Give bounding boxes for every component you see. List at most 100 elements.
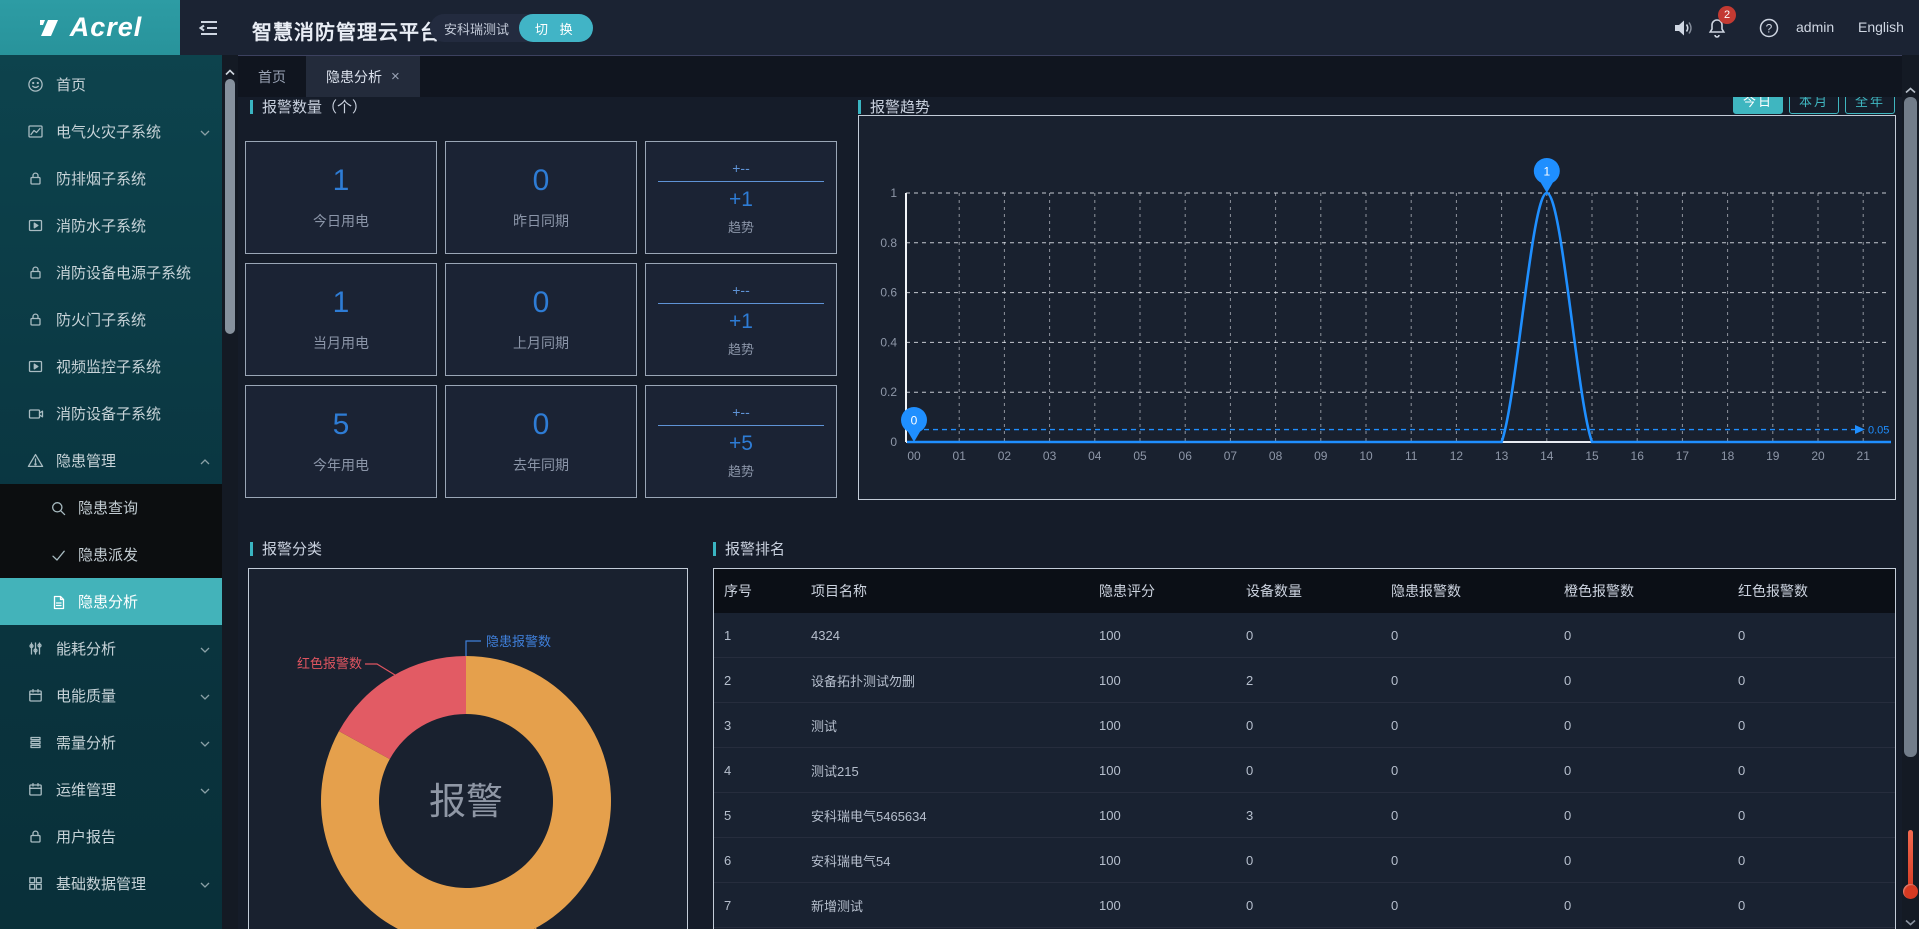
- tenant-switch-button[interactable]: 切 换: [519, 14, 593, 42]
- stat-card-3: 1当月用电: [245, 263, 437, 376]
- table-cell: 安科瑞电气5465634: [801, 806, 1089, 825]
- table-cell: 0: [1236, 718, 1381, 733]
- tab-label: 隐患分析: [326, 67, 382, 87]
- alert-scroll-indicator[interactable]: [1902, 830, 1919, 915]
- trend-divider: [658, 181, 824, 182]
- svg-text:01: 01: [953, 449, 967, 463]
- column-header-2: 隐患评分: [1089, 581, 1236, 601]
- svg-text:08: 08: [1269, 449, 1283, 463]
- table-cell: 0: [1554, 763, 1728, 778]
- sidebar: 首页电气火灾子系统防排烟子系统消防水子系统消防设备电源子系统防火门子系统视频监控…: [0, 55, 222, 929]
- stat-label: 昨日同期: [513, 211, 569, 231]
- table-row-2[interactable]: 3测试1000000: [714, 703, 1895, 748]
- table-cell: 0: [1728, 808, 1895, 823]
- svg-text:0.05: 0.05: [1868, 425, 1889, 437]
- table-row-5[interactable]: 6安科瑞电气541000000: [714, 838, 1895, 883]
- svg-text:19: 19: [1766, 449, 1780, 463]
- svg-text:00: 00: [907, 449, 921, 463]
- table-row-0[interactable]: 143241000000: [714, 613, 1895, 658]
- table-cell: 0: [1236, 898, 1381, 913]
- sidebar-subitem-label: 隐患分析: [78, 591, 138, 612]
- sidebar-item-label: 视频监控子系统: [56, 356, 210, 377]
- table-cell: 100: [1089, 808, 1236, 823]
- sidebar-item-8[interactable]: 隐患管理: [0, 437, 222, 484]
- stat-label: 当月用电: [313, 333, 369, 353]
- sidebar-item-label: 电能质量: [56, 685, 196, 706]
- svg-text:20: 20: [1811, 449, 1825, 463]
- language-switcher[interactable]: English: [1858, 19, 1904, 35]
- table-cell: 100: [1089, 853, 1236, 868]
- sidebar-scrollbar[interactable]: [222, 55, 238, 929]
- trend-section-title: 报警趋势: [858, 96, 930, 117]
- svg-text:?: ?: [1766, 22, 1773, 36]
- sidebar-item-14[interactable]: 基础数据管理: [0, 860, 222, 907]
- sidebar-item-label: 基础数据管理: [56, 873, 196, 894]
- stat-card-7: 0去年同期: [445, 385, 637, 498]
- home-icon: [27, 76, 44, 93]
- table-cell: 测试215: [801, 761, 1089, 780]
- table-cell: 0: [1236, 763, 1381, 778]
- sidebar-collapse-icon[interactable]: [197, 16, 221, 40]
- sidebar-item-10[interactable]: 电能质量: [0, 672, 222, 719]
- stat-value: +1: [729, 188, 753, 212]
- tab-close-icon[interactable]: ×: [391, 68, 400, 85]
- stat-label: 去年同期: [513, 455, 569, 475]
- chevron-down-icon: [200, 734, 210, 751]
- sidebar-item-5[interactable]: 防火门子系统: [0, 296, 222, 343]
- help-icon[interactable]: ?: [1758, 17, 1780, 39]
- sidebar-item-11[interactable]: 需量分析: [0, 719, 222, 766]
- trend-divider: [658, 303, 824, 304]
- page-scrollbar-thumb[interactable]: [1904, 97, 1917, 757]
- table-cell: 0: [1554, 853, 1728, 868]
- sidebar-item-label: 消防设备电源子系统: [56, 262, 210, 283]
- table-row-6[interactable]: 7新增测试1000000: [714, 883, 1895, 928]
- column-header-1: 项目名称: [801, 581, 1089, 601]
- sidebar-subitem-8-2[interactable]: 隐患分析: [0, 578, 222, 625]
- sidebar-item-2[interactable]: 防排烟子系统: [0, 155, 222, 202]
- pie-chart-panel: 隐患报警数 红色报警数 报警: [248, 568, 688, 929]
- sidebar-item-4[interactable]: 消防设备电源子系统: [0, 249, 222, 296]
- chevron-down-icon: [200, 875, 210, 892]
- page-scroll-down-icon[interactable]: [1905, 913, 1916, 929]
- column-header-5: 橙色报警数: [1554, 581, 1728, 601]
- table-row-3[interactable]: 4测试2151000000: [714, 748, 1895, 793]
- table-row-4[interactable]: 5安科瑞电气54656341003000: [714, 793, 1895, 838]
- sidebar-item-12[interactable]: 运维管理: [0, 766, 222, 813]
- tab-0[interactable]: 首页: [238, 56, 306, 97]
- table-cell: 0: [1381, 808, 1554, 823]
- stat-label: 趋势: [728, 461, 754, 480]
- sidebar-item-6[interactable]: 视频监控子系统: [0, 343, 222, 390]
- table-row-1[interactable]: 2设备拓扑测试勿删1002000: [714, 658, 1895, 703]
- ranking-table-body: 1432410000002设备拓扑测试勿删10020003测试10000004测…: [714, 613, 1895, 928]
- sidebar-item-9[interactable]: 能耗分析: [0, 625, 222, 672]
- svg-text:1: 1: [1543, 165, 1550, 179]
- svg-text:03: 03: [1043, 449, 1057, 463]
- page-scrollbar[interactable]: [1902, 55, 1919, 929]
- sidebar-item-label: 需量分析: [56, 732, 196, 753]
- table-cell: 0: [1381, 628, 1554, 643]
- sidebar-subitem-8-0[interactable]: 隐患查询: [0, 484, 222, 531]
- sidebar-submenu: 隐患查询隐患派发隐患分析: [0, 484, 222, 625]
- volume-icon[interactable]: [1672, 17, 1694, 39]
- title-accent-bar: [250, 542, 253, 556]
- warning-icon: [27, 452, 44, 469]
- table-cell: 0: [1381, 898, 1554, 913]
- ranking-title-text: 报警排名: [725, 538, 785, 559]
- svg-text:04: 04: [1088, 449, 1102, 463]
- trend-divider: [658, 425, 824, 426]
- stat-value: +5: [729, 432, 753, 456]
- sidebar-scrollbar-thumb[interactable]: [225, 79, 235, 334]
- tab-1[interactable]: 隐患分析 ×: [306, 56, 420, 97]
- sidebar-subitem-8-1[interactable]: 隐患派发: [0, 531, 222, 578]
- table-cell: 0: [1554, 628, 1728, 643]
- acrel-logo-icon: [38, 16, 64, 40]
- table-cell: 100: [1089, 763, 1236, 778]
- sidebar-item-label: 消防水子系统: [56, 215, 210, 236]
- sidebar-item-7[interactable]: 消防设备子系统: [0, 390, 222, 437]
- sidebar-item-0[interactable]: 首页: [0, 61, 222, 108]
- sidebar-item-1[interactable]: 电气火灾子系统: [0, 108, 222, 155]
- svg-text:16: 16: [1631, 449, 1645, 463]
- sidebar-item-3[interactable]: 消防水子系统: [0, 202, 222, 249]
- username[interactable]: admin: [1796, 19, 1834, 35]
- sidebar-item-13[interactable]: 用户报告: [0, 813, 222, 860]
